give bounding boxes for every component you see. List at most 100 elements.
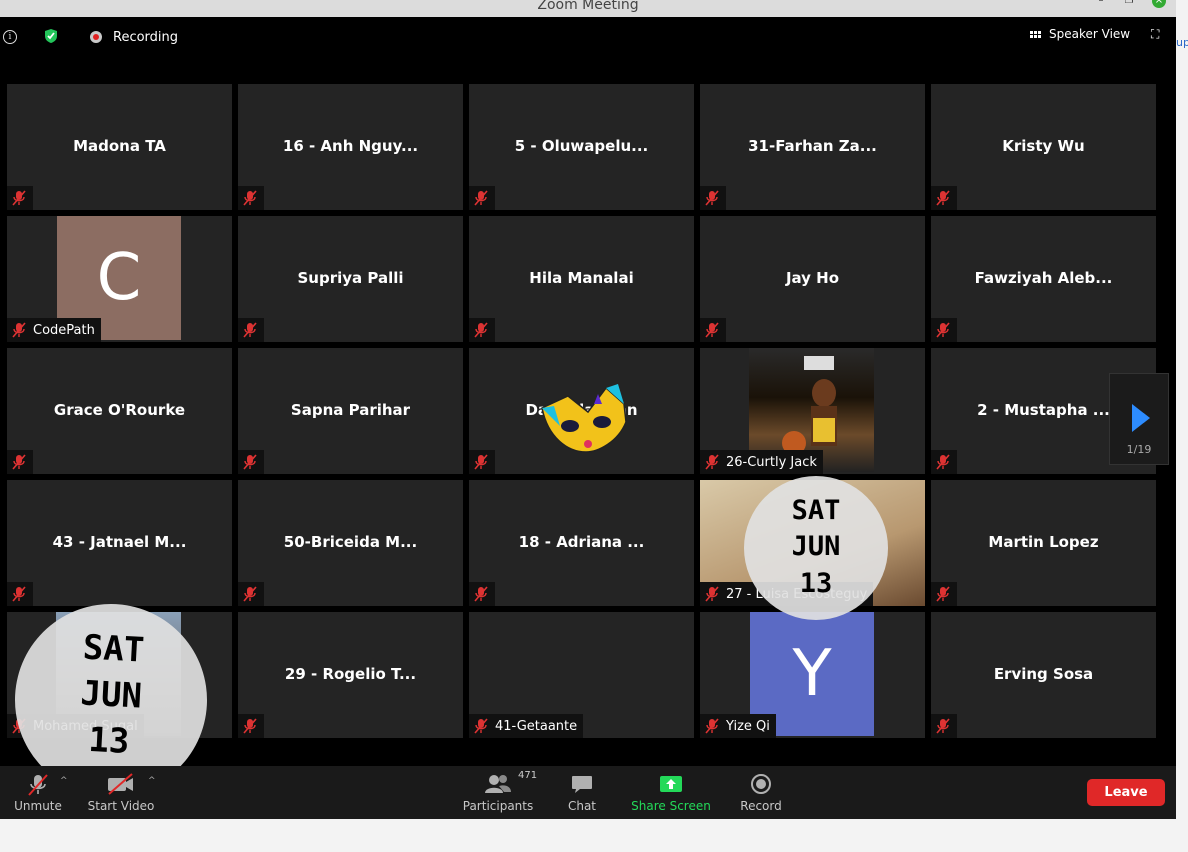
date-sticker-day: SAT	[791, 495, 841, 526]
minimize-icon[interactable]: –	[1094, 0, 1108, 8]
participant-status-bar	[238, 318, 264, 342]
background-partial-text: up	[1176, 36, 1188, 49]
participant-status-bar	[931, 582, 957, 606]
participant-status-bar	[469, 186, 495, 210]
close-icon[interactable]: ×	[1152, 0, 1166, 8]
participant-tile[interactable]: 43 - Jatnael M...	[7, 480, 232, 606]
date-sticker: SAT JUN 13	[744, 476, 888, 620]
participant-tile[interactable]: Fawziyah Aleb...	[931, 216, 1156, 342]
participant-status-bar	[7, 450, 33, 474]
speaker-view-button[interactable]: Speaker View	[1030, 27, 1130, 41]
chat-label: Chat	[567, 799, 597, 813]
share-screen-label: Share Screen	[631, 799, 711, 813]
mask-sticker-icon	[538, 382, 632, 460]
participant-tile[interactable]: 41-Getaante	[469, 612, 694, 738]
muted-microphone-icon	[474, 454, 488, 470]
participant-tile[interactable]: Kristy Wu	[931, 84, 1156, 210]
participant-tile[interactable]: 16 - Anh Nguy...	[238, 84, 463, 210]
restore-icon[interactable]: ❐	[1122, 0, 1136, 8]
participant-tile[interactable]: 18 - Adriana ...	[469, 480, 694, 606]
participant-name: 18 - Adriana ...	[518, 533, 645, 551]
record-button[interactable]: Record	[736, 766, 786, 819]
leave-button[interactable]: Leave	[1087, 779, 1165, 806]
participant-status-bar	[931, 318, 957, 342]
participant-status-bar	[7, 582, 33, 606]
muted-microphone-icon	[936, 718, 950, 734]
participant-tile[interactable]: Martin Lopez	[931, 480, 1156, 606]
muted-microphone-icon	[12, 322, 26, 338]
muted-microphone-icon	[12, 586, 26, 602]
muted-microphone-icon	[28, 774, 48, 796]
participant-tile[interactable]: Erving Sosa	[931, 612, 1156, 738]
participant-tile[interactable]: Sapna Parihar	[238, 348, 463, 474]
participant-status-bar	[7, 186, 33, 210]
participant-tile[interactable]: C CodePath	[7, 216, 232, 342]
participant-status-bar	[931, 450, 957, 474]
participant-label: 41-Getaante	[495, 718, 578, 734]
participant-name: 50-Briceida M...	[283, 533, 418, 551]
participant-tile[interactable]: Hila Manalai	[469, 216, 694, 342]
grid-icon	[1030, 30, 1041, 38]
muted-microphone-icon	[243, 718, 257, 734]
unmute-button[interactable]: Unmute	[8, 766, 68, 819]
participants-button[interactable]: 471 Participants	[458, 766, 538, 819]
participant-name: 43 - Jatnael M...	[52, 533, 187, 551]
video-off-icon	[108, 773, 133, 795]
recording-icon	[90, 31, 102, 43]
muted-microphone-icon	[474, 586, 488, 602]
participant-tile[interactable]: 29 - Rogelio T...	[238, 612, 463, 738]
start-video-button[interactable]: Start Video	[84, 766, 158, 819]
participant-status-bar	[238, 450, 264, 474]
unmute-options-chevron-icon[interactable]: ^	[60, 776, 68, 786]
chevron-right-icon	[1132, 404, 1150, 432]
participant-name: Erving Sosa	[993, 665, 1094, 683]
participant-tile[interactable]: Jay Ho	[700, 216, 925, 342]
unmute-label: Unmute	[14, 799, 62, 813]
participant-tile[interactable]: 5 - Oluwapelu...	[469, 84, 694, 210]
participant-status-bar	[931, 714, 957, 738]
muted-microphone-icon	[705, 718, 719, 734]
participant-tile[interactable]: Madona TA	[7, 84, 232, 210]
participant-tile[interactable]: 31-Farhan Za...	[700, 84, 925, 210]
participant-name: Grace O'Rourke	[53, 401, 186, 419]
info-icon[interactable]: i	[3, 30, 17, 44]
share-screen-button[interactable]: Share Screen	[626, 766, 716, 819]
participant-label: CodePath	[33, 322, 95, 338]
participant-name: Sapna Parihar	[290, 401, 411, 419]
participant-tile[interactable]: 26-Curtly Jack	[700, 348, 925, 474]
muted-microphone-icon	[936, 586, 950, 602]
participant-tile[interactable]: 50-Briceida M...	[238, 480, 463, 606]
muted-microphone-icon	[936, 190, 950, 206]
muted-microphone-icon	[705, 190, 719, 206]
shield-icon[interactable]	[44, 28, 58, 44]
page-indicator: 1/19	[1126, 443, 1152, 456]
participant-tile[interactable]: Grace O'Rourke	[7, 348, 232, 474]
meeting-topbar: i Recording Speaker View ⛶	[0, 17, 1176, 57]
participants-count: 471	[518, 770, 538, 781]
participant-name: 29 - Rogelio T...	[284, 665, 417, 683]
fullscreen-icon[interactable]: ⛶	[1151, 27, 1159, 42]
muted-microphone-icon	[474, 190, 488, 206]
muted-microphone-icon	[705, 454, 719, 470]
participant-tile[interactable]: Supriya Palli	[238, 216, 463, 342]
participant-tile[interactable]: Y Yize Qi	[700, 612, 925, 738]
participant-status-bar	[700, 186, 726, 210]
video-options-chevron-icon[interactable]: ^	[148, 776, 156, 786]
recording-label: Recording	[113, 30, 179, 45]
participant-status-bar	[469, 318, 495, 342]
participant-name: Martin Lopez	[988, 533, 1099, 551]
muted-microphone-icon	[243, 586, 257, 602]
participant-status-bar: 41-Getaante	[469, 714, 584, 738]
next-page-button[interactable]: 1/19	[1109, 373, 1169, 465]
window-title: Zoom Meeting	[537, 0, 639, 13]
muted-microphone-icon	[705, 586, 719, 602]
muted-microphone-icon	[474, 322, 488, 338]
participant-status-bar: Yize Qi	[700, 714, 776, 738]
chat-icon	[572, 776, 592, 793]
muted-microphone-icon	[705, 322, 719, 338]
muted-microphone-icon	[474, 718, 488, 734]
participant-name: Fawziyah Aleb...	[974, 269, 1113, 287]
muted-microphone-icon	[243, 454, 257, 470]
window-titlebar: Zoom Meeting – ❐ ×	[0, 0, 1176, 17]
chat-button[interactable]: Chat	[562, 766, 602, 819]
